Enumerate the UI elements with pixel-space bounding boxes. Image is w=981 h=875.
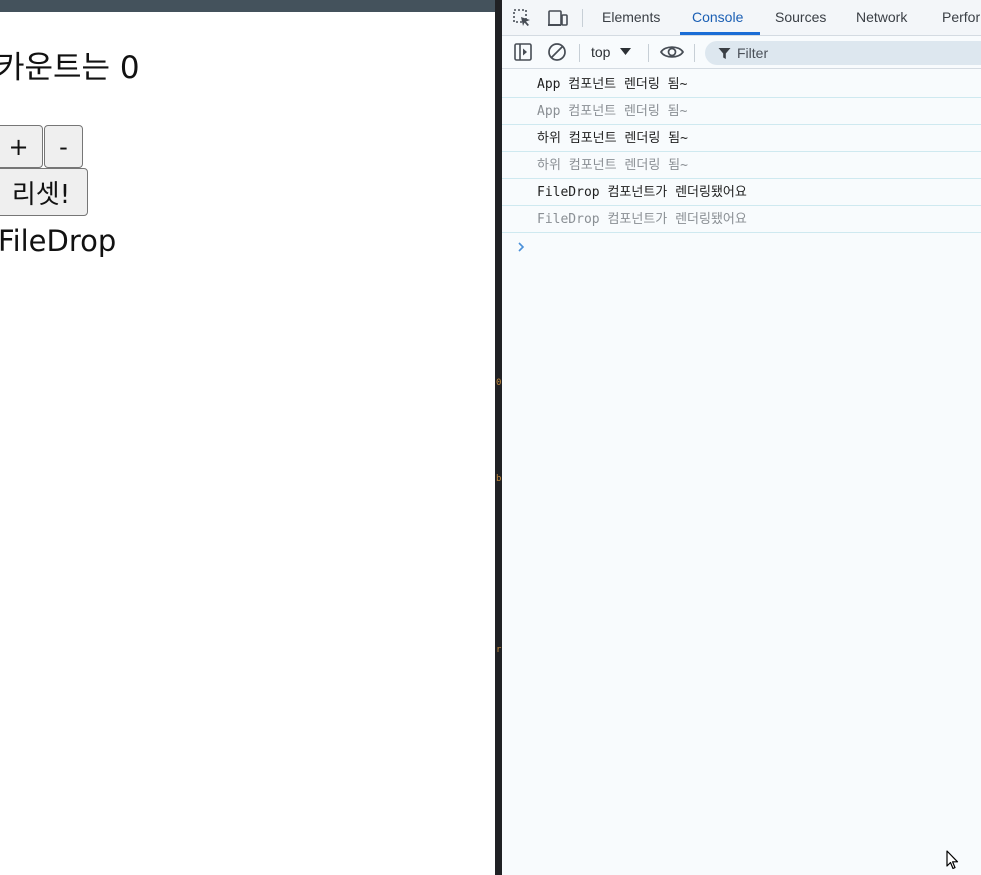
toolbar-separator [648, 44, 649, 62]
reset-button[interactable]: 리셋! [0, 168, 88, 216]
console-messages: App 컴포넌트 렌더링 됨~ App 컴포넌트 렌더링 됨~ 하위 컴포넌트 … [502, 71, 981, 261]
console-log-row: App 컴포넌트 렌더링 됨~ [502, 71, 981, 98]
filter-box[interactable] [705, 41, 981, 65]
tab-elements[interactable]: Elements [602, 0, 660, 35]
devtools-panel: Elements Console Sources Network Perfor [502, 0, 981, 875]
tab-console[interactable]: Console [692, 0, 743, 35]
tab-network[interactable]: Network [856, 0, 907, 35]
inspect-element-icon[interactable] [512, 8, 532, 28]
active-tab-indicator [680, 32, 760, 35]
mouse-cursor-icon [946, 850, 960, 870]
console-toolbar: top [502, 36, 981, 69]
toolbar-separator [582, 9, 583, 27]
decrement-button[interactable]: - [44, 125, 83, 168]
tab-sources[interactable]: Sources [775, 0, 826, 35]
toolbar-separator [579, 44, 580, 62]
console-log-text: App 컴포넌트 렌더링 됨~ [537, 104, 688, 119]
clear-console-icon[interactable] [547, 42, 567, 62]
device-toolbar-icon[interactable] [547, 8, 569, 28]
console-log-row: FileDrop 컴포넌트가 렌더링됐어요 [502, 206, 981, 233]
console-log-row: 하위 컴포넌트 렌더링 됨~ [502, 152, 981, 179]
console-prompt[interactable] [502, 233, 981, 261]
console-log-text: FileDrop 컴포넌트가 렌더링됐어요 [537, 212, 747, 227]
splitter-fragment: b [496, 474, 502, 484]
console-log-row: FileDrop 컴포넌트가 렌더링됐어요 [502, 179, 981, 206]
console-log-text: 하위 컴포넌트 렌더링 됨~ [537, 158, 688, 173]
splitter-fragment: r [496, 645, 502, 655]
filter-funnel-icon [717, 46, 731, 60]
console-log-row: 하위 컴포넌트 렌더링 됨~ [502, 125, 981, 152]
app-viewport: 카운트는 0 + - 리셋! FileDrop [0, 0, 495, 875]
console-log-row: App 컴포넌트 렌더링 됨~ [502, 98, 981, 125]
count-heading: 카운트는 0 [0, 50, 140, 86]
browser-top-strip [0, 0, 495, 12]
console-log-text: FileDrop 컴포넌트가 렌더링됐어요 [537, 185, 747, 200]
context-selector-value: top [591, 44, 611, 60]
prompt-chevron-icon [516, 239, 526, 253]
filedrop-label: FileDrop [0, 224, 117, 258]
sidebar-toggle-icon[interactable] [513, 42, 533, 62]
dropdown-arrow-icon [620, 48, 632, 56]
console-log-text: 하위 컴포넌트 렌더링 됨~ [537, 131, 688, 146]
console-log-text: App 컴포넌트 렌더링 됨~ [537, 77, 688, 92]
toolbar-separator [694, 44, 695, 62]
devtools-tab-bar: Elements Console Sources Network Perfor [502, 0, 981, 36]
filter-input[interactable] [737, 45, 977, 61]
increment-button[interactable]: + [0, 125, 43, 168]
splitter-fragment: 0 [496, 378, 502, 388]
screen: 카운트는 0 + - 리셋! FileDrop 0 b r Elements C… [0, 0, 981, 875]
context-selector[interactable]: top [591, 41, 632, 63]
tab-performance[interactable]: Perfor [942, 0, 980, 35]
live-expression-eye-icon[interactable] [659, 42, 685, 62]
panel-splitter[interactable] [495, 0, 502, 875]
